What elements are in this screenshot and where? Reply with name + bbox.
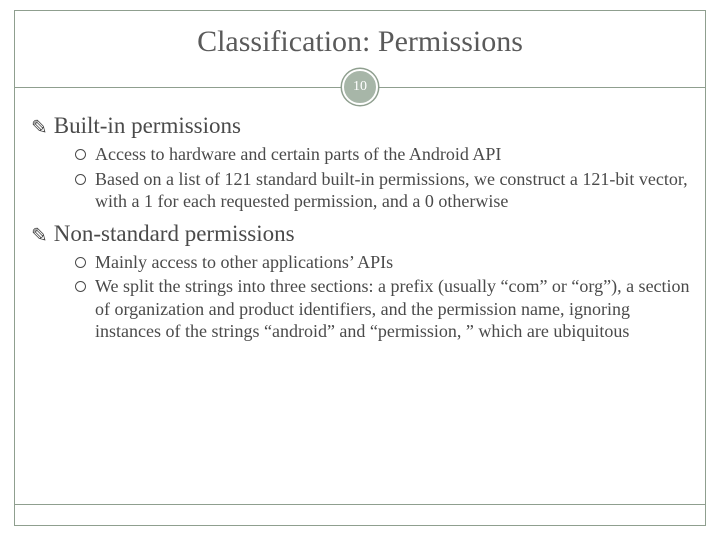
slide-content: ✎ Built-in permissions Access to hardwar… <box>15 113 705 343</box>
scribble-bullet-icon: ✎ <box>31 118 48 138</box>
slide-title: Classification: Permissions <box>15 25 705 59</box>
page-number: 10 <box>353 79 367 95</box>
list-item-text: Mainly access to other applications’ API… <box>95 251 695 274</box>
bullet-list: Mainly access to other applications’ API… <box>31 251 695 343</box>
list-item: We split the strings into three sections… <box>75 275 695 343</box>
list-item: Based on a list of 121 standard built-in… <box>75 168 695 213</box>
circle-bullet-icon <box>75 174 86 185</box>
circle-bullet-icon <box>75 257 86 268</box>
list-item: Access to hardware and certain parts of … <box>75 143 695 166</box>
list-item: Mainly access to other applications’ API… <box>75 251 695 274</box>
title-divider: 10 <box>15 69 705 105</box>
slide: Classification: Permissions 10 ✎ Built-i… <box>0 0 720 540</box>
circle-bullet-icon <box>75 281 86 292</box>
circle-bullet-icon <box>75 149 86 160</box>
list-item-text: We split the strings into three sections… <box>95 275 695 343</box>
list-item-text: Access to hardware and certain parts of … <box>95 143 695 166</box>
scribble-bullet-icon: ✎ <box>31 226 48 246</box>
section-heading-text: Non-standard permissions <box>54 221 295 247</box>
section-heading: ✎ Non-standard permissions <box>31 221 695 247</box>
list-item-text: Based on a list of 121 standard built-in… <box>95 168 695 213</box>
section-heading: ✎ Built-in permissions <box>31 113 695 139</box>
bullet-list: Access to hardware and certain parts of … <box>31 143 695 213</box>
slide-frame: Classification: Permissions 10 ✎ Built-i… <box>14 10 706 526</box>
section-heading-text: Built-in permissions <box>54 113 241 139</box>
bottom-divider <box>15 504 705 505</box>
page-number-badge: 10 <box>342 69 378 105</box>
